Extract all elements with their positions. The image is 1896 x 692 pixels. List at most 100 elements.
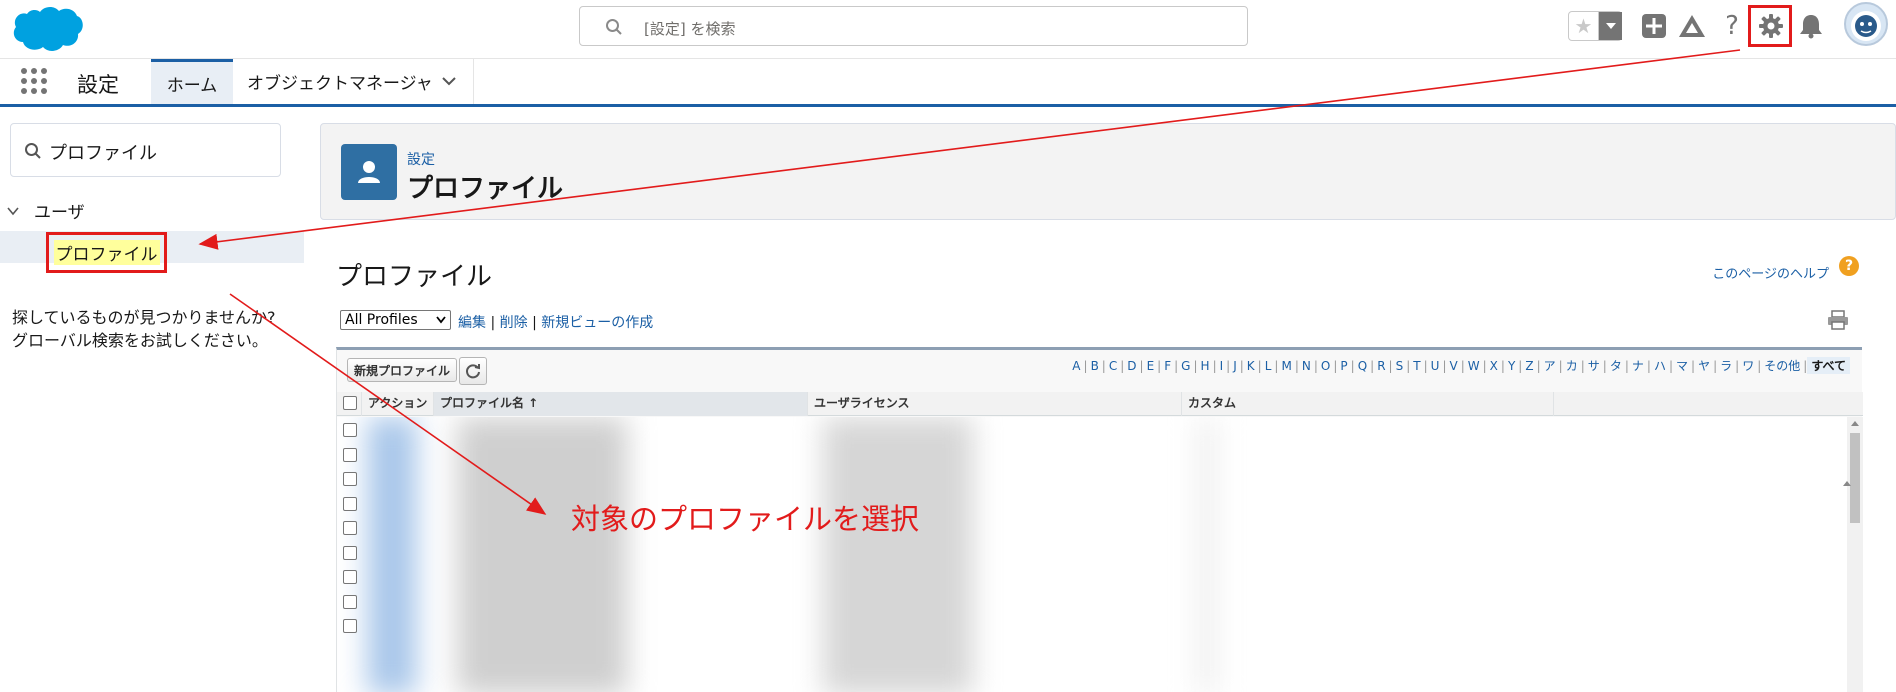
alphabet-filter-item[interactable]: I bbox=[1217, 359, 1227, 373]
alphabet-filter-item[interactable]: M bbox=[1278, 359, 1294, 373]
alphabet-filter-item[interactable]: O bbox=[1318, 359, 1333, 373]
create-view-link[interactable]: 新規ビューの作成 bbox=[541, 315, 653, 331]
row-checkbox[interactable] bbox=[343, 570, 357, 584]
row-checkbox[interactable] bbox=[343, 423, 357, 437]
edit-view-link[interactable]: 編集 bbox=[458, 315, 486, 331]
alphabet-filter-item[interactable]: カ bbox=[1563, 357, 1581, 374]
print-icon[interactable] bbox=[1827, 310, 1849, 330]
trailhead-icon bbox=[1679, 15, 1705, 37]
column-header-user-license[interactable]: ユーザライセンス bbox=[807, 392, 1181, 416]
alphabet-filter-item[interactable]: L bbox=[1262, 359, 1275, 373]
blurred-custom-column bbox=[1197, 417, 1217, 692]
alphabet-filter-item[interactable]: すべて bbox=[1807, 357, 1850, 374]
not-found-line-2: グローバル検索をお試しください。 bbox=[12, 331, 268, 350]
alphabet-filter: A | B | C | D | E | F | G | H | I | J | K | L | M | N | O | P | Q | R | S | T |… bbox=[1069, 357, 1850, 374]
global-search-box[interactable]: [設定] を検索 bbox=[579, 6, 1248, 46]
alphabet-filter-item[interactable]: A bbox=[1069, 359, 1083, 373]
notifications-button[interactable] bbox=[1797, 12, 1825, 40]
alphabet-filter-item[interactable]: その他 bbox=[1761, 357, 1803, 374]
alphabet-filter-item[interactable]: ヤ bbox=[1695, 357, 1713, 374]
column-header-action[interactable]: アクション bbox=[361, 392, 433, 416]
breadcrumb[interactable]: 設定 bbox=[407, 149, 435, 169]
delete-view-link[interactable]: 削除 bbox=[500, 315, 528, 331]
alphabet-filter-item[interactable]: サ bbox=[1585, 357, 1603, 374]
alphabet-filter-item[interactable]: J bbox=[1230, 359, 1240, 373]
alphabet-filter-item[interactable]: W bbox=[1465, 359, 1483, 373]
alphabet-filter-item[interactable]: P bbox=[1337, 359, 1350, 373]
alphabet-filter-item[interactable]: N bbox=[1299, 359, 1314, 373]
alphabet-filter-item[interactable]: タ bbox=[1607, 357, 1625, 374]
quick-find-input[interactable]: プロファイル bbox=[10, 123, 281, 177]
favorites-menu-button[interactable] bbox=[1599, 12, 1622, 40]
alphabet-filter-item[interactable]: ラ bbox=[1717, 357, 1735, 374]
alphabet-filter-item[interactable]: ワ bbox=[1739, 357, 1757, 374]
alphabet-filter-item[interactable]: ア bbox=[1541, 357, 1559, 374]
alphabet-filter-item[interactable]: Z bbox=[1522, 359, 1536, 373]
view-select-value: All Profiles bbox=[345, 312, 418, 328]
select-all-checkbox[interactable] bbox=[343, 396, 357, 410]
alphabet-filter-item[interactable]: ナ bbox=[1629, 357, 1647, 374]
new-profile-button[interactable]: 新規プロファイル bbox=[347, 358, 458, 382]
chevron-down-icon bbox=[7, 206, 19, 215]
favorites-group[interactable]: ★ bbox=[1568, 11, 1622, 41]
list-table: 新規プロファイル A | B | C | D | E | F | G | H | I | J | K | L | M | N | O | P… bbox=[336, 347, 1863, 692]
alphabet-filter-item[interactable]: S bbox=[1393, 359, 1407, 373]
tree-node-profiles[interactable]: プロファイル bbox=[46, 232, 167, 273]
alphabet-filter-item[interactable]: Q bbox=[1355, 359, 1370, 373]
avatar[interactable] bbox=[1844, 2, 1888, 46]
alphabet-filter-item[interactable]: マ bbox=[1673, 357, 1691, 374]
scrollbar-thumb[interactable] bbox=[1850, 433, 1860, 523]
row-checkbox[interactable] bbox=[343, 496, 357, 511]
alphabet-filter-item[interactable]: Y bbox=[1505, 359, 1518, 373]
alphabet-filter-item[interactable]: X bbox=[1487, 359, 1501, 373]
column-header-profile-name[interactable]: プロファイル名 ↑ bbox=[433, 392, 807, 416]
alphabet-filter-item[interactable]: R bbox=[1374, 359, 1388, 373]
user-icon bbox=[341, 144, 397, 200]
alphabet-filter-item[interactable]: H bbox=[1198, 359, 1213, 373]
star-icon[interactable]: ★ bbox=[1569, 12, 1599, 40]
row-checkbox[interactable] bbox=[343, 619, 357, 633]
alphabet-filter-item[interactable]: ハ bbox=[1651, 357, 1669, 374]
global-actions-button[interactable] bbox=[1640, 12, 1668, 40]
alphabet-filter-item[interactable]: G bbox=[1178, 359, 1193, 373]
alphabet-filter-item[interactable]: E bbox=[1144, 359, 1158, 373]
alphabet-filter-item[interactable]: V bbox=[1446, 359, 1460, 373]
alphabet-filter-item[interactable]: C bbox=[1106, 359, 1120, 373]
help-link[interactable]: このページのヘルプ bbox=[1712, 263, 1829, 282]
trailhead-button[interactable] bbox=[1678, 12, 1706, 40]
tab-object-manager-label: オブジェクトマネージャ bbox=[247, 74, 433, 94]
help-icon[interactable]: ? bbox=[1718, 11, 1746, 41]
alphabet-filter-item[interactable]: U bbox=[1428, 359, 1443, 373]
refresh-button[interactable] bbox=[459, 357, 487, 385]
row-checkbox[interactable] bbox=[343, 594, 357, 609]
row-checkbox[interactable] bbox=[343, 447, 357, 462]
table-scrollbar[interactable] bbox=[1847, 417, 1863, 692]
scroll-up-icon[interactable] bbox=[1843, 481, 1851, 486]
alphabet-filter-item[interactable]: T bbox=[1410, 359, 1423, 373]
alphabet-filter-item[interactable]: K bbox=[1244, 359, 1258, 373]
tab-object-manager[interactable]: オブジェクトマネージャ bbox=[234, 59, 474, 104]
quick-find-value: プロファイル bbox=[49, 143, 157, 164]
plus-icon bbox=[1642, 14, 1666, 38]
global-header: [設定] を検索 ★ ? bbox=[0, 0, 1896, 59]
scroll-up-icon[interactable] bbox=[1851, 421, 1859, 426]
row-checkbox[interactable] bbox=[343, 521, 357, 535]
view-select[interactable]: All Profiles bbox=[340, 310, 451, 330]
tab-home[interactable]: ホーム bbox=[151, 59, 233, 104]
row-checkbox[interactable] bbox=[343, 545, 357, 560]
help-circle-icon[interactable]: ? bbox=[1839, 256, 1859, 276]
column-header-custom[interactable]: カスタム bbox=[1181, 392, 1553, 416]
alphabet-filter-item[interactable]: F bbox=[1161, 359, 1174, 373]
salesforce-logo[interactable] bbox=[10, 4, 84, 54]
page-title: プロファイル bbox=[407, 174, 564, 204]
refresh-icon bbox=[466, 364, 480, 379]
page-header: 設定 プロファイル bbox=[320, 123, 1896, 220]
alphabet-filter-item[interactable]: B bbox=[1088, 359, 1102, 373]
alphabet-filter-item[interactable]: D bbox=[1124, 359, 1139, 373]
chevron-down-icon bbox=[436, 316, 446, 324]
tree-node-users[interactable]: ユーザ bbox=[6, 198, 85, 223]
app-launcher-icon[interactable] bbox=[20, 67, 48, 95]
row-checkbox[interactable] bbox=[343, 472, 357, 486]
profile-list-content: プロファイル このページのヘルプ ? All Profiles 編集 | 削除 … bbox=[320, 238, 1865, 692]
chevron-down-icon[interactable] bbox=[441, 73, 457, 89]
